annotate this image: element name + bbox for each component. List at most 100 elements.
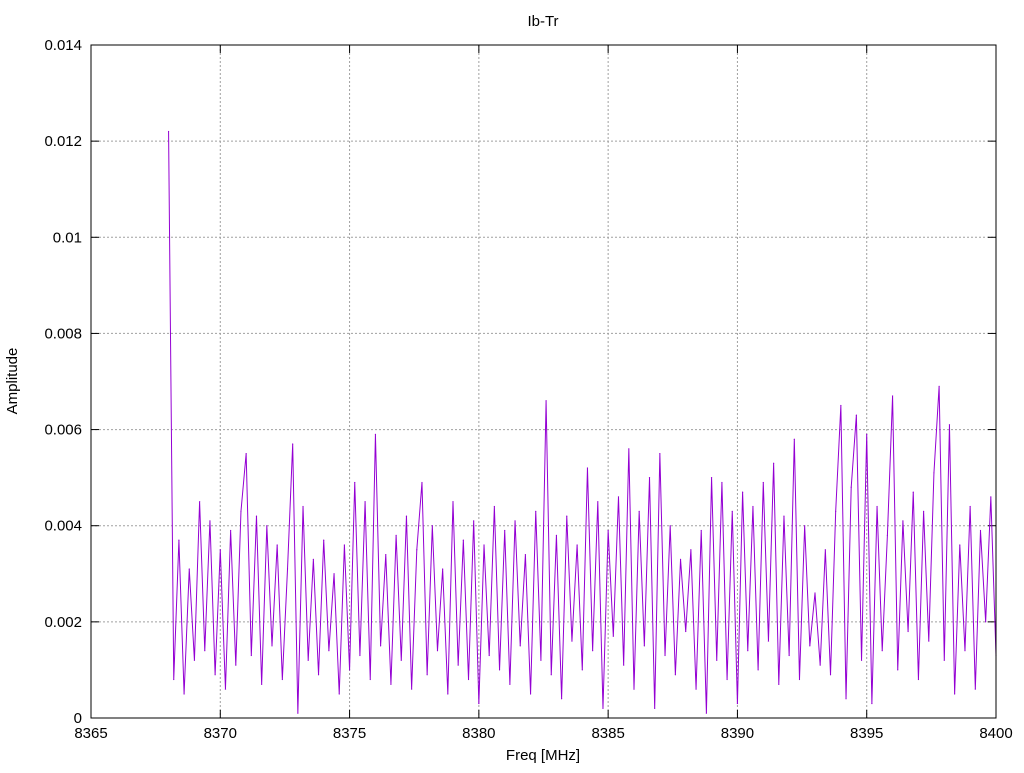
- y-tick-label: 0.002: [44, 614, 82, 631]
- data-point: [866, 433, 868, 435]
- y-tick-label: 0.014: [44, 37, 82, 54]
- data-point: [317, 674, 320, 676]
- data-point: [302, 505, 304, 508]
- data-point: [778, 683, 780, 685]
- data-point: [871, 702, 873, 705]
- x-tick-label: 8375: [333, 725, 366, 742]
- x-tick-label: 8390: [721, 725, 754, 742]
- data-point: [209, 520, 211, 522]
- data-point: [183, 693, 185, 695]
- data-point: [933, 472, 935, 474]
- data-point: [602, 707, 604, 709]
- data-point: [292, 443, 294, 445]
- data-point: [969, 505, 971, 508]
- data-point: [928, 640, 930, 642]
- data-point: [400, 659, 402, 661]
- data-point: [214, 674, 216, 676]
- y-axis-label: Amplitude: [4, 348, 21, 415]
- data-point: [250, 654, 252, 657]
- data-point: [617, 496, 620, 498]
- data-point: [990, 496, 992, 498]
- y-tick-label: 0: [74, 710, 82, 727]
- data-point: [473, 520, 475, 522]
- data-point: [607, 529, 609, 532]
- data-point: [917, 678, 920, 681]
- data-point: [798, 678, 801, 681]
- data-point: [555, 534, 558, 536]
- data-point: [359, 654, 361, 657]
- data-point: [514, 520, 516, 522]
- data-point: [581, 669, 583, 671]
- data-point: [912, 491, 914, 493]
- data-point: [561, 698, 563, 700]
- x-tick-label: 8385: [591, 725, 624, 742]
- data-point: [483, 544, 485, 546]
- data-point: [509, 683, 511, 685]
- data-point: [586, 467, 589, 469]
- data-point: [550, 674, 552, 676]
- data-point: [235, 664, 237, 666]
- data-point: [199, 501, 201, 503]
- data-point: [385, 553, 387, 556]
- data-point: [286, 568, 289, 570]
- data-point: [312, 558, 314, 560]
- y-tick-label: 0.006: [44, 422, 82, 439]
- data-point: [824, 549, 826, 551]
- y-tick-label: 0.008: [44, 325, 82, 342]
- data-point: [431, 525, 433, 527]
- data-point: [948, 424, 951, 426]
- data-point: [271, 645, 273, 647]
- data-point: [685, 630, 687, 633]
- y-tick-label: 0.004: [44, 518, 82, 535]
- y-tick-label: 0.012: [44, 133, 82, 150]
- data-point: [426, 674, 428, 676]
- data-point: [266, 525, 268, 527]
- data-point: [638, 510, 640, 512]
- series: [167, 130, 997, 714]
- data-point: [809, 645, 811, 647]
- data-point: [524, 553, 527, 556]
- data-point: [612, 635, 614, 637]
- data-point: [364, 501, 366, 503]
- series-line: [168, 131, 997, 714]
- data-point: [840, 404, 842, 407]
- data-point: [886, 534, 889, 536]
- data-point: [669, 525, 671, 527]
- x-axis-label: Freq [MHz]: [506, 747, 580, 764]
- data-point: [938, 385, 940, 387]
- data-point: [224, 688, 227, 690]
- data-point: [654, 707, 656, 709]
- data-point: [742, 491, 744, 493]
- data-point: [281, 678, 283, 681]
- data-point: [954, 693, 956, 695]
- data-point: [545, 400, 547, 402]
- data-point: [974, 688, 976, 690]
- x-tick-label: 8380: [462, 725, 495, 742]
- data-point: [736, 702, 739, 705]
- data-point: [390, 683, 392, 685]
- data-point: [343, 544, 345, 546]
- data-point: [297, 712, 299, 714]
- data-point: [411, 688, 413, 690]
- data-point: [380, 645, 382, 647]
- data-point: [421, 481, 423, 484]
- data-point: [374, 433, 377, 435]
- chart: Ib-Tr 8365 8370 8375 8380 8385 8390 8395 8400 0 0…: [4, 13, 1013, 764]
- data-point: [405, 515, 408, 517]
- data-point: [576, 544, 578, 546]
- data-point: [623, 664, 625, 666]
- data-point: [690, 549, 692, 551]
- data-point: [498, 669, 501, 671]
- data-point: [855, 414, 857, 416]
- data-point: [835, 510, 837, 512]
- data-point: [695, 688, 697, 690]
- data-point: [979, 529, 982, 532]
- data-point: [773, 462, 775, 464]
- data-point: [173, 678, 175, 681]
- data-point: [204, 650, 206, 652]
- data-point: [240, 510, 242, 512]
- data-point: [193, 659, 196, 661]
- data-point: [907, 630, 909, 633]
- data-point: [845, 698, 847, 700]
- data-point: [178, 539, 180, 541]
